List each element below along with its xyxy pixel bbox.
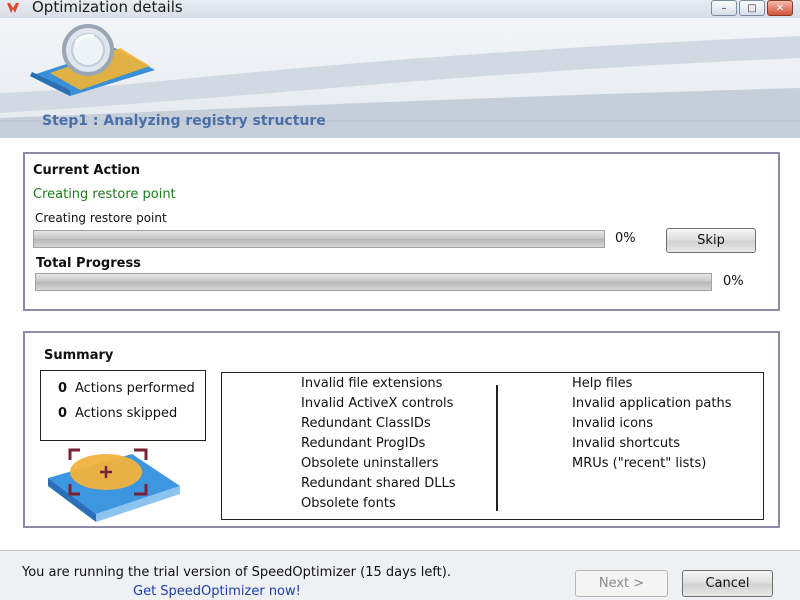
actions-performed-row: 0 Actions performed [41,381,195,396]
minimize-button[interactable]: – [711,0,737,16]
header-banner: Step1 : Analyzing registry structure [0,18,800,138]
total-progress-bar [35,273,712,291]
category-item: Invalid shortcuts [572,436,681,451]
summary-heading: Summary [44,348,114,363]
next-button[interactable]: Next > [575,570,668,597]
category-item: Help files [572,376,633,391]
total-progress-percent: 0% [723,274,744,289]
summary-counts-box: 0 Actions performed 0 Actions skipped [40,370,206,441]
total-progress-heading: Total Progress [36,256,141,271]
title-bar[interactable]: Optimization details – □ ✕ [0,0,800,18]
get-speedoptimizer-link[interactable]: Get SpeedOptimizer now! [133,584,301,599]
maximize-button[interactable]: □ [739,0,765,16]
magnifier-logo-icon [30,24,155,96]
category-item: Invalid file extensions [301,376,443,391]
category-item: MRUs ("recent" lists) [572,456,707,471]
app-icon [7,3,19,13]
category-item: Redundant shared DLLs [301,476,456,491]
step-title: Step1 : Analyzing registry structure [42,113,326,129]
category-item: Invalid icons [572,416,654,431]
category-item: Invalid application paths [572,396,732,411]
actions-performed-count: 0 [57,381,67,396]
actions-skipped-row: 0 Actions skipped [41,406,177,421]
scan-target-illustration-icon [48,448,180,522]
category-item: Obsolete fonts [301,496,396,511]
current-action-status: Creating restore point [33,187,176,202]
action-progress-bar [33,230,605,248]
current-action-heading: Current Action [33,163,141,178]
category-item: Redundant ClassIDs [301,416,431,431]
close-button[interactable]: ✕ [767,0,793,16]
trial-notice: You are running the trial version of Spe… [22,565,451,580]
actions-performed-label: Actions performed [75,381,195,396]
skip-button[interactable]: Skip [666,228,756,253]
category-item: Invalid ActiveX controls [301,396,454,411]
cancel-button[interactable]: Cancel [682,570,773,597]
actions-skipped-label: Actions skipped [75,406,178,421]
current-action-detail: Creating restore point [35,211,167,225]
category-item: Redundant ProgIDs [301,436,426,451]
column-divider [496,385,498,511]
actions-skipped-count: 0 [57,406,67,421]
window-title: Optimization details [32,0,183,16]
category-item: Obsolete uninstallers [301,456,439,471]
summary-categories-box: Invalid file extensions Invalid ActiveX … [221,372,764,520]
action-progress-percent: 0% [615,231,636,246]
